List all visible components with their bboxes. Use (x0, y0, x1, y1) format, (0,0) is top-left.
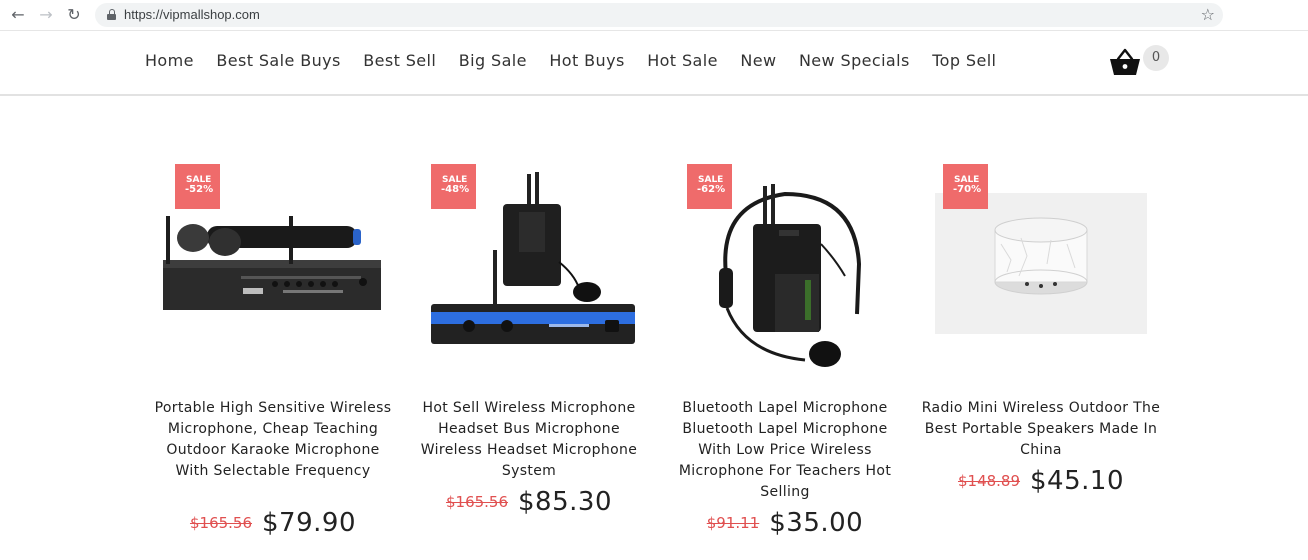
old-price: $91.11 (706, 514, 760, 532)
product-title[interactable]: Radio Mini Wireless Outdoor The Best Por… (921, 398, 1161, 461)
main-menu: Home Best Sale Buys Best Sell Big Sale H… (145, 51, 1019, 71)
product-card[interactable]: SALE -62% Bluetooth Lapel Microphone Blu… (665, 96, 905, 560)
product-title[interactable]: Bluetooth Lapel Microphone Bluetooth Lap… (665, 398, 905, 503)
menu-item-best-sale-buys[interactable]: Best Sale Buys (216, 51, 340, 71)
product-card[interactable]: SALE -48% Hot Sell Wireless Microphone H… (409, 96, 649, 560)
sale-price: $79.90 (262, 508, 356, 538)
product-price: $165.56 $85.30 (409, 487, 649, 517)
reload-icon[interactable]: ↻ (64, 5, 84, 25)
product-price: $91.11 $35.00 (665, 508, 905, 538)
forward-arrow-icon[interactable]: → (36, 5, 56, 25)
sale-price: $45.10 (1030, 466, 1124, 496)
url-text[interactable]: https://vipmallshop.com (124, 7, 260, 22)
product-card[interactable]: SALE -70% Radio Mini Wireless Outdoor Th… (921, 96, 1161, 560)
menu-item-home[interactable]: Home (145, 51, 194, 71)
menu-item-big-sale[interactable]: Big Sale (459, 51, 527, 71)
sale-price: $85.30 (518, 487, 612, 517)
menu-item-new-specials[interactable]: New Specials (799, 51, 910, 71)
old-price: $165.56 (445, 493, 509, 511)
sale-badge: SALE -48% (431, 164, 476, 209)
product-card[interactable]: SALE -52% Portable High Sensitive Wirele… (153, 96, 393, 560)
sale-badge: SALE -62% (687, 164, 732, 209)
product-title[interactable]: Portable High Sensitive Wireless Microph… (153, 398, 393, 482)
back-arrow-icon[interactable]: ← (8, 5, 28, 25)
sale-price: $35.00 (769, 508, 864, 538)
menu-item-hot-sale[interactable]: Hot Sale (647, 51, 718, 71)
menu-item-new[interactable]: New (740, 51, 776, 71)
cart-count-badge[interactable]: 0 (1143, 45, 1169, 71)
old-price: $165.56 (189, 514, 253, 532)
basket-icon[interactable] (1109, 47, 1141, 77)
menu-item-hot-buys[interactable]: Hot Buys (549, 51, 624, 71)
product-price: $165.56 $79.90 (153, 508, 393, 538)
lock-icon (107, 9, 116, 20)
old-price: $148.89 (957, 472, 1021, 490)
menu-item-top-sell[interactable]: Top Sell (932, 51, 996, 71)
menu-item-best-sell[interactable]: Best Sell (363, 51, 436, 71)
address-bar[interactable]: https://vipmallshop.com ☆ (95, 3, 1223, 27)
sale-badge: SALE -70% (943, 164, 988, 209)
site-header: Home Best Sale Buys Best Sell Big Sale H… (0, 30, 1308, 96)
product-title[interactable]: Hot Sell Wireless Microphone Headset Bus… (409, 398, 649, 482)
bookmark-star-icon[interactable]: ☆ (1201, 5, 1215, 25)
browser-toolbar: ← → ↻ https://vipmallshop.com ☆ (0, 0, 1308, 30)
sale-badge: SALE -52% (175, 164, 220, 209)
product-price: $148.89 $45.10 (921, 466, 1161, 496)
product-grid: SALE -52% Portable High Sensitive Wirele… (0, 96, 1308, 560)
